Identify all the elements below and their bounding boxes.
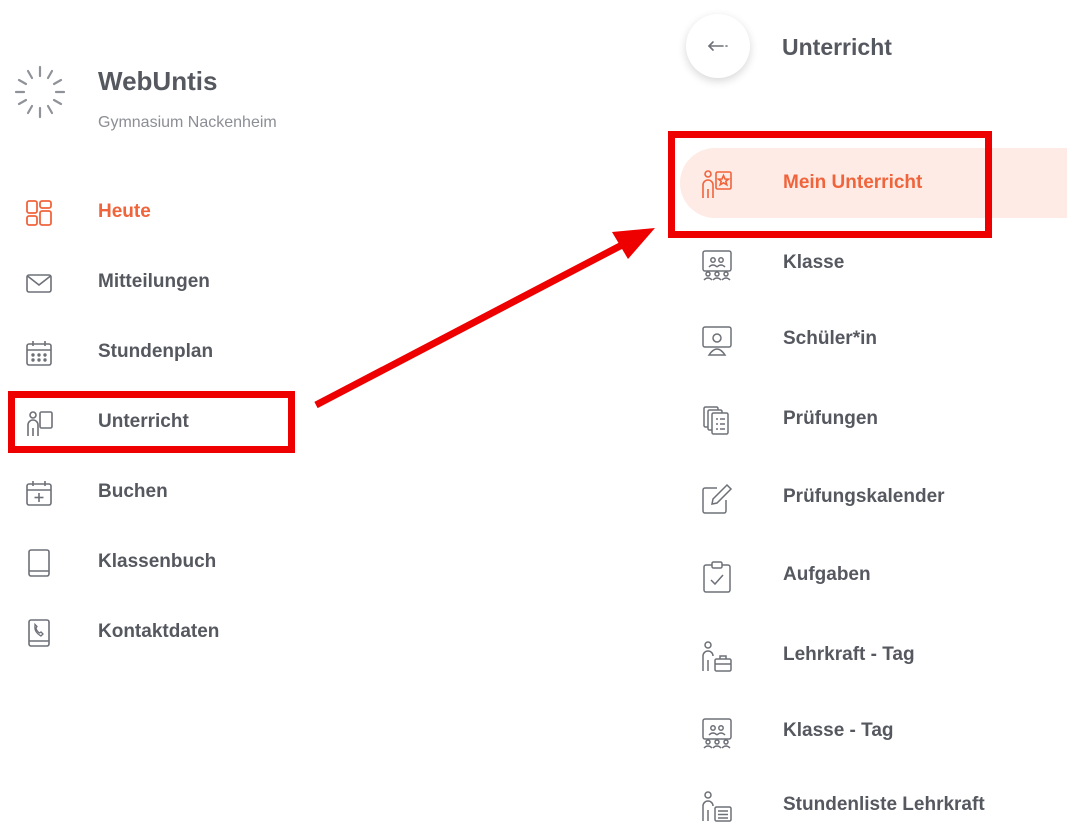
calendar-icon bbox=[26, 341, 52, 366]
nav-item-label: Heute bbox=[98, 201, 151, 222]
clipboard-check-icon bbox=[703, 561, 731, 593]
submenu-item-label: Prüfungen bbox=[783, 408, 878, 429]
nav-item-mitteilungen[interactable]: Mitteilungen bbox=[0, 254, 300, 310]
nav-item-label: Klassenbuch bbox=[98, 551, 217, 572]
submenu-item-stundenliste-lehrkraft[interactable]: Stundenliste Lehrkraft bbox=[680, 770, 1067, 823]
edit-pencil-icon bbox=[702, 483, 733, 514]
submenu-item-label: Aufgaben bbox=[783, 564, 871, 585]
school-name: Gymnasium Nackenheim bbox=[98, 114, 277, 131]
nav-item-label: Kontaktdaten bbox=[98, 621, 220, 642]
book-icon bbox=[28, 549, 50, 577]
submenu-item-klasse-tag[interactable]: Klasse - Tag bbox=[680, 696, 1067, 766]
envelope-icon bbox=[26, 274, 52, 293]
student-icon bbox=[702, 326, 732, 356]
app-name: WebUntis bbox=[98, 66, 218, 96]
submenu-item-pruefungen[interactable]: Prüfungen bbox=[680, 384, 1067, 454]
class-group-icon bbox=[702, 250, 732, 281]
nav-item-heute[interactable]: Heute bbox=[0, 184, 300, 240]
dashboard-icon bbox=[26, 200, 52, 226]
class-group-icon bbox=[702, 718, 732, 749]
nav-item-label: Buchen bbox=[98, 481, 168, 502]
nav-item-unterricht[interactable]: Unterricht bbox=[0, 394, 300, 450]
submenu-item-schueler[interactable]: Schüler*in bbox=[680, 304, 1067, 374]
teacher-briefcase-icon bbox=[702, 641, 732, 672]
submenu-item-lehrkraft-tag[interactable]: Lehrkraft - Tag bbox=[680, 620, 1067, 690]
submenu-item-label: Mein Unterricht bbox=[783, 172, 923, 193]
nav-item-buchen[interactable]: Buchen bbox=[0, 464, 300, 520]
arrow-left-icon bbox=[707, 41, 728, 51]
submenu-item-aufgaben[interactable]: Aufgaben bbox=[680, 540, 1067, 610]
nav-item-kontaktdaten[interactable]: Kontaktdaten bbox=[0, 604, 300, 660]
phone-book-icon bbox=[28, 619, 50, 647]
nav-item-klassenbuch[interactable]: Klassenbuch bbox=[0, 534, 300, 590]
teacher-star-icon bbox=[702, 170, 732, 198]
submenu-item-klasse[interactable]: Klasse bbox=[680, 228, 1067, 298]
nav-item-label: Mitteilungen bbox=[98, 271, 210, 292]
submenu-item-label: Stundenliste Lehrkraft bbox=[783, 794, 985, 815]
panel-title: Unterricht bbox=[782, 34, 892, 60]
submenu-item-label: Klasse bbox=[783, 252, 845, 273]
exam-documents-icon bbox=[703, 406, 729, 435]
nav-item-stundenplan[interactable]: Stundenplan bbox=[0, 324, 300, 380]
teacher-board-icon bbox=[27, 411, 53, 436]
calendar-plus-icon bbox=[26, 481, 52, 506]
submenu-item-mein-unterricht[interactable]: Mein Unterricht bbox=[680, 148, 1067, 218]
webuntis-logo-icon bbox=[14, 65, 66, 119]
nav-item-label: Unterricht bbox=[98, 411, 189, 432]
submenu-item-label: Klasse - Tag bbox=[783, 720, 894, 741]
submenu-item-label: Schüler*in bbox=[783, 328, 877, 349]
teacher-list-icon bbox=[702, 791, 732, 822]
submenu-item-label: Lehrkraft - Tag bbox=[783, 644, 915, 665]
back-button[interactable] bbox=[686, 14, 750, 78]
submenu-item-pruefungskalender[interactable]: Prüfungskalender bbox=[680, 462, 1067, 532]
nav-item-label: Stundenplan bbox=[98, 341, 214, 362]
submenu-item-label: Prüfungskalender bbox=[783, 486, 945, 507]
